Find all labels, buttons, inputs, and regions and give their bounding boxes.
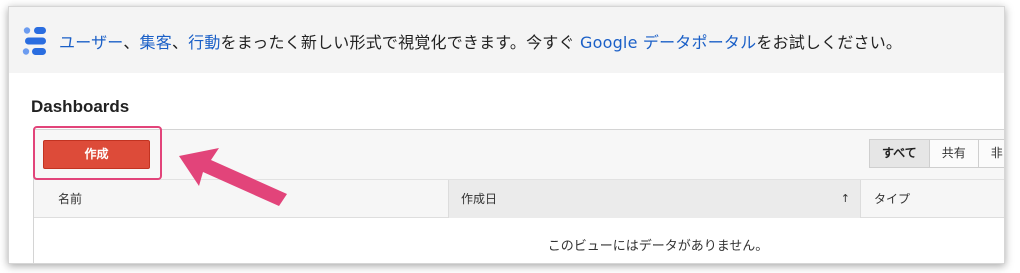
page-title: Dashboards (31, 97, 130, 116)
sort-arrow-up-icon: ↑ (840, 192, 850, 205)
promo-banner: ユーザー、集客、行動をまったく新しい形式で視覚化できます。今すぐ Google … (9, 7, 1004, 73)
promo-closing-text: をお試しください。 (756, 33, 903, 52)
promo-text: ユーザー、集客、行動をまったく新しい形式で視覚化できます。今すぐ Google … (59, 29, 902, 53)
separator-text: 、 (123, 33, 140, 52)
filter-shared[interactable]: 共有 (928, 139, 979, 168)
column-header-type[interactable]: タイプ (874, 180, 910, 218)
link-data-studio[interactable]: Google データポータル (580, 33, 756, 52)
filter-tabs: すべて 共有 非 (869, 139, 1004, 168)
dashboards-panel: 作成 すべて 共有 非 名前 作成日 ↑ タイプ このビューにはデータがありませ… (33, 129, 1004, 263)
separator-text: 、 (171, 33, 189, 52)
screenshot-frame: ユーザー、集客、行動をまったく新しい形式で視覚化できます。今すぐ Google … (8, 6, 1005, 264)
link-acquisition[interactable]: 集客 (140, 33, 172, 52)
table-header: 名前 作成日 ↑ タイプ (34, 180, 1004, 218)
filter-private[interactable]: 非 (977, 139, 1004, 168)
column-header-created[interactable]: 作成日 ↑ (448, 180, 861, 218)
data-studio-logo-icon (22, 27, 46, 55)
create-button[interactable]: 作成 (43, 140, 150, 169)
link-behavior[interactable]: 行動 (188, 33, 220, 52)
toolbar: 作成 すべて 共有 非 (34, 130, 1004, 180)
column-header-name[interactable]: 名前 (58, 180, 82, 218)
link-users[interactable]: ユーザー (59, 33, 123, 52)
filter-all[interactable]: すべて (869, 139, 930, 168)
column-type-label: タイプ (874, 192, 911, 206)
promo-body-text: をまったく新しい形式で視覚化できます。今すぐ (220, 33, 580, 52)
column-created-label: 作成日 (461, 192, 498, 206)
column-name-label: 名前 (58, 192, 83, 206)
empty-state-message: このビューにはデータがありません。 (547, 239, 769, 254)
